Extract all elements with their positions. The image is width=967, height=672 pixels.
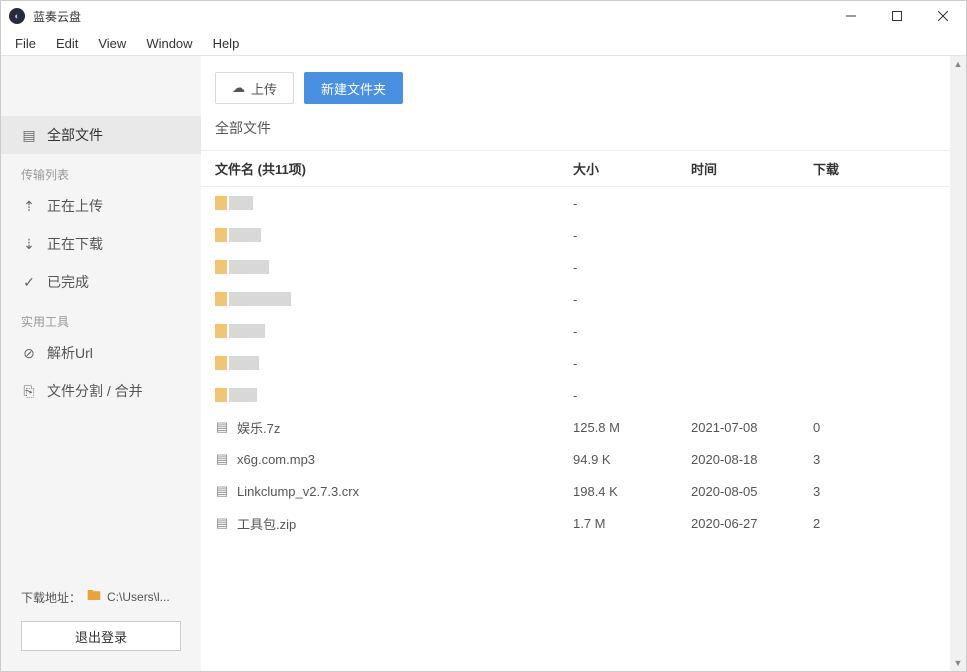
toolbar: ☁ 上传 新建文件夹 [201,56,966,114]
cell-size: - [573,196,691,211]
cell-time: 2021-07-08 [691,420,813,435]
sidebar-item-label: 解析Url [47,343,93,363]
content-area: ☁ 上传 新建文件夹 全部文件 文件名 (共11项) 大小 时间 下载 - - - -… [201,56,966,671]
window-title: 蓝奏云盘 [33,8,81,25]
link-icon: ⊘ [21,345,37,362]
scroll-up-icon[interactable]: ▲ [950,56,966,72]
sidebar-item-completed[interactable]: ✓ 已完成 [1,263,201,301]
table-row[interactable]: ▤ x6g.com.mp3 94.9 K2020-08-183 [201,443,966,475]
vertical-scrollbar[interactable]: ▲ ▼ [950,56,966,671]
sidebar-item-downloading[interactable]: ⇣ 正在下载 [1,225,201,263]
upload-button[interactable]: ☁ 上传 [215,72,294,104]
table-row[interactable]: ▤ Linkclump_v2.7.3.crx 198.4 K2020-08-053 [201,475,966,507]
app-icon: ◐ [9,8,25,24]
download-icon: ⇣ [21,236,37,253]
table-row[interactable]: - [201,315,966,347]
sidebar-section-tools: 实用工具 [1,301,201,334]
maximize-button[interactable] [874,1,920,31]
minimize-button[interactable] [828,1,874,31]
cell-time: 2020-06-27 [691,516,813,531]
cell-size: - [573,356,691,371]
cell-size: - [573,388,691,403]
cell-download: 0 [813,420,966,435]
menubar: File Edit View Window Help [1,31,966,55]
blurred-filename [215,388,257,402]
cloud-upload-icon: ☁ [232,80,245,96]
split-icon: ⎘ [21,383,37,400]
download-path[interactable]: 下载地址： 🖿 C:\Users\l... [21,585,181,609]
table-row[interactable]: - [201,219,966,251]
breadcrumb[interactable]: 全部文件 [201,114,966,150]
blurred-filename [215,324,265,338]
sidebar-section-transfer: 传输列表 [1,154,201,187]
sidebar-item-label: 已完成 [47,272,89,292]
cell-download: 2 [813,516,966,531]
cell-size: - [573,228,691,243]
menu-edit[interactable]: Edit [46,34,88,53]
col-header-download[interactable]: 下载 [813,159,966,178]
menu-help[interactable]: Help [203,34,250,53]
blurred-filename [215,292,291,306]
sidebar-item-label: 正在上传 [47,196,103,216]
download-path-label: 下载地址： [21,589,81,606]
upload-button-label: 上传 [251,79,277,98]
blurred-filename [215,228,261,242]
cell-size: 198.4 K [573,484,691,499]
file-icon: ▤ [215,419,229,435]
sidebar-item-uploading[interactable]: ⇡ 正在上传 [1,187,201,225]
blurred-filename [215,196,253,210]
blurred-filename [215,260,269,274]
cell-time: 2020-08-05 [691,484,813,499]
upload-icon: ⇡ [21,198,37,215]
folder-icon: 🖿 [87,585,101,609]
sidebar-item-label: 全部文件 [47,125,103,145]
cell-name: 工具包.zip [237,514,296,533]
sidebar-item-parse-url[interactable]: ⊘ 解析Url [1,334,201,372]
table-row[interactable]: - [201,347,966,379]
table-row[interactable]: - [201,251,966,283]
cell-download: 3 [813,484,966,499]
cell-name: 娱乐.7z [237,418,280,437]
cell-size: - [573,292,691,307]
table-row[interactable]: ▤ 娱乐.7z 125.8 M2021-07-080 [201,411,966,443]
cell-name: x6g.com.mp3 [237,452,315,467]
table-row[interactable]: ▤ 工具包.zip 1.7 M2020-06-272 [201,507,966,539]
table-row[interactable]: - [201,187,966,219]
close-button[interactable] [920,1,966,31]
file-icon: ▤ [215,451,229,467]
sidebar-item-all-files[interactable]: ▤ 全部文件 [1,116,201,154]
sidebar: ▤ 全部文件 传输列表 ⇡ 正在上传 ⇣ 正在下载 ✓ 已完成 实用工具 ⊘ 解… [1,56,201,671]
file-icon: ▤ [215,515,229,531]
menu-file[interactable]: File [5,34,46,53]
titlebar: ◐ 蓝奏云盘 [1,1,966,31]
file-icon: ▤ [215,483,229,499]
blurred-filename [215,356,259,370]
folder-icon: ▤ [21,127,37,144]
download-path-value: C:\Users\l... [107,590,170,604]
cell-size: - [573,324,691,339]
cell-size: 94.9 K [573,452,691,467]
sidebar-item-file-split[interactable]: ⎘ 文件分割 / 合并 [1,372,201,410]
new-folder-button[interactable]: 新建文件夹 [304,72,403,104]
cell-size: - [573,260,691,275]
cell-size: 1.7 M [573,516,691,531]
col-header-size[interactable]: 大小 [573,159,691,178]
check-icon: ✓ [21,274,37,291]
table-header: 文件名 (共11项) 大小 时间 下载 [201,151,966,187]
col-header-name[interactable]: 文件名 (共11项) [201,159,573,178]
sidebar-item-label: 文件分割 / 合并 [47,381,143,401]
col-header-time[interactable]: 时间 [691,159,813,178]
menu-view[interactable]: View [88,34,136,53]
logout-button[interactable]: 退出登录 [21,621,181,651]
sidebar-item-label: 正在下载 [47,234,103,254]
cell-download: 3 [813,452,966,467]
cell-name: Linkclump_v2.7.3.crx [237,484,359,499]
file-table: 文件名 (共11项) 大小 时间 下载 - - - - - - - ▤ 娱乐.7z 125.8 M… [201,150,966,671]
scroll-down-icon[interactable]: ▼ [950,655,966,671]
menu-window[interactable]: Window [136,34,202,53]
table-row[interactable]: - [201,283,966,315]
cell-time: 2020-08-18 [691,452,813,467]
cell-size: 125.8 M [573,420,691,435]
table-row[interactable]: - [201,379,966,411]
